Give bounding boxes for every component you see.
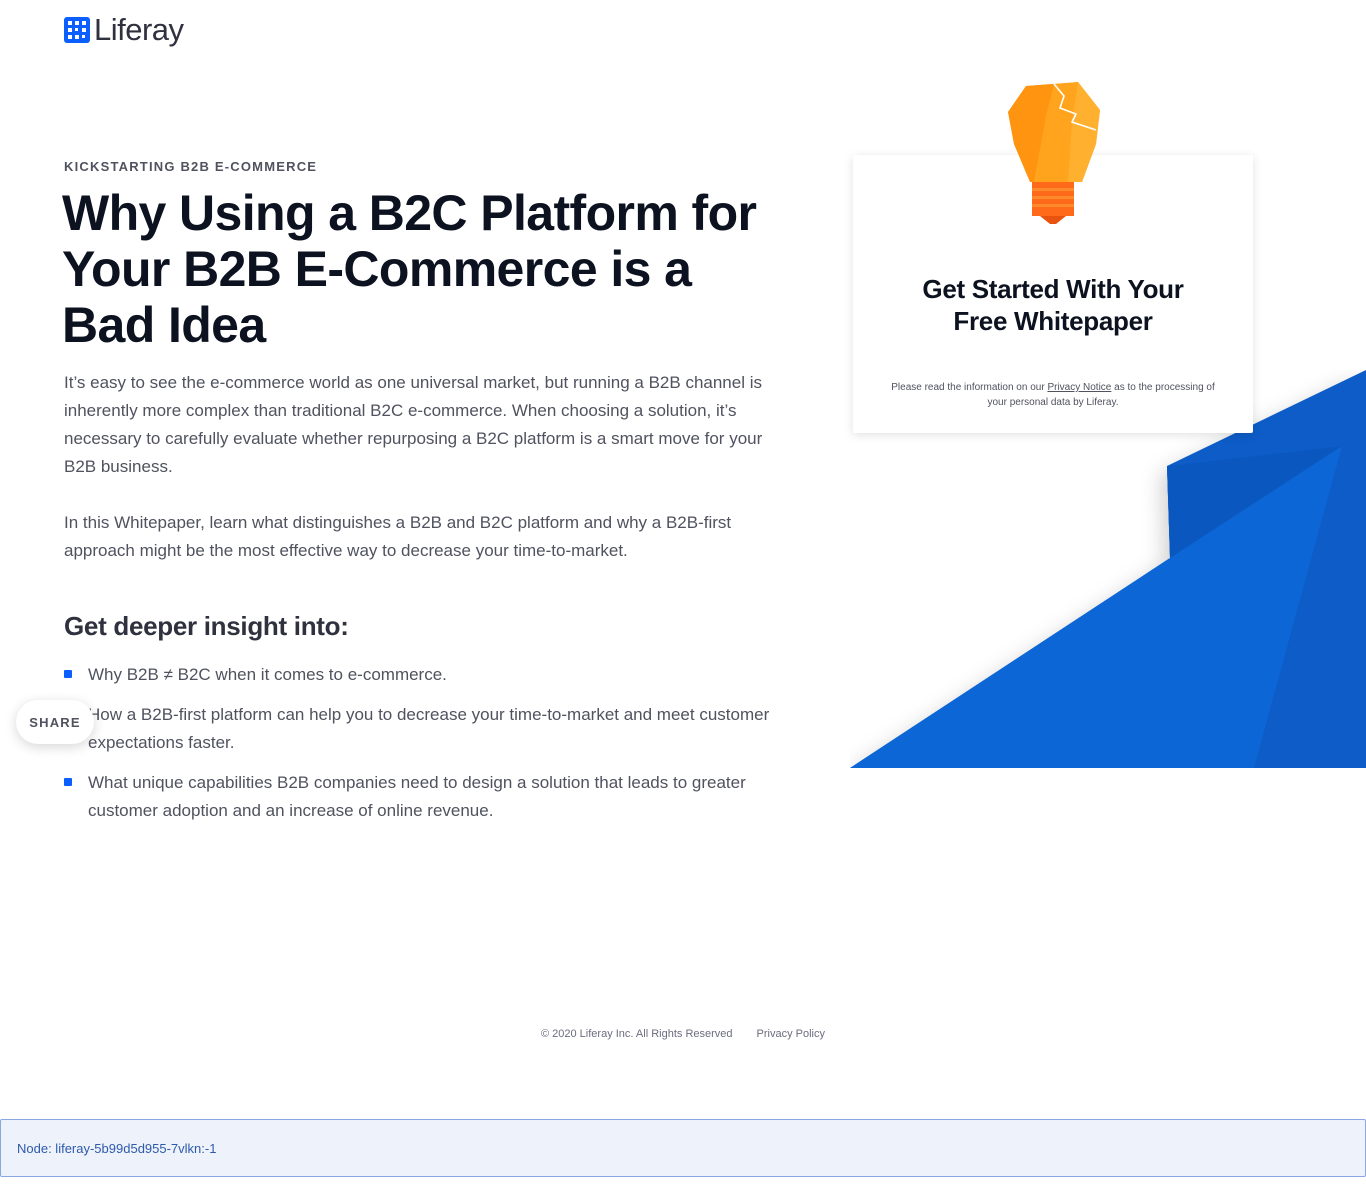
intro-paragraph: It’s easy to see the e-commerce world as… [64, 373, 763, 476]
copyright-text: © 2020 Liferay Inc. All Rights Reserved [540, 1028, 733, 1040]
privacy-policy-link[interactable]: Privacy Policy [757, 1028, 825, 1040]
notice-prefix: Please read the information on our [891, 382, 1048, 393]
eyebrow-label: KICKSTARTING B2B E-COMMERCE [64, 159, 318, 174]
footer: © 2020 Liferay Inc. All Rights Reserved … [0, 1028, 1366, 1040]
list-item: What unique capabilities B2B companies n… [64, 769, 779, 825]
bullet-square-icon [64, 778, 72, 786]
node-info-text: Node: liferay-5b99d5d955-7vlkn:-1 [17, 1141, 217, 1156]
list-item-text: Why B2B ≠ B2C when it comes to e-commerc… [88, 665, 447, 684]
liferay-logo[interactable]: Liferay [64, 14, 184, 46]
liferay-grid-icon [64, 17, 90, 43]
node-info-bar: Node: liferay-5b99d5d955-7vlkn:-1 [0, 1119, 1366, 1177]
list-item-text: What unique capabilities B2B companies n… [88, 773, 746, 820]
logo-wordmark: Liferay [94, 12, 184, 47]
page-title: Why Using a B2C Platform for Your B2B E-… [62, 185, 757, 353]
insight-heading: Get deeper insight into: [64, 611, 349, 641]
insight-list: Why B2B ≠ B2C when it comes to e-commerc… [64, 661, 779, 837]
list-item: How a B2B-first platform can help you to… [64, 701, 779, 757]
bullet-square-icon [64, 670, 72, 678]
card-title: Get Started With Your Free Whitepaper [922, 274, 1184, 336]
privacy-notice-link[interactable]: Privacy Notice [1047, 382, 1111, 393]
whitepaper-paragraph: In this Whitepaper, learn what distingui… [64, 513, 732, 560]
list-item-text: How a B2B-first platform can help you to… [88, 705, 770, 752]
lightbulb-icon [1008, 82, 1100, 224]
list-item: Why B2B ≠ B2C when it comes to e-commerc… [64, 661, 779, 689]
privacy-notice-text: Please read the information on our Priva… [883, 380, 1223, 410]
share-button[interactable]: SHARE [16, 700, 94, 744]
